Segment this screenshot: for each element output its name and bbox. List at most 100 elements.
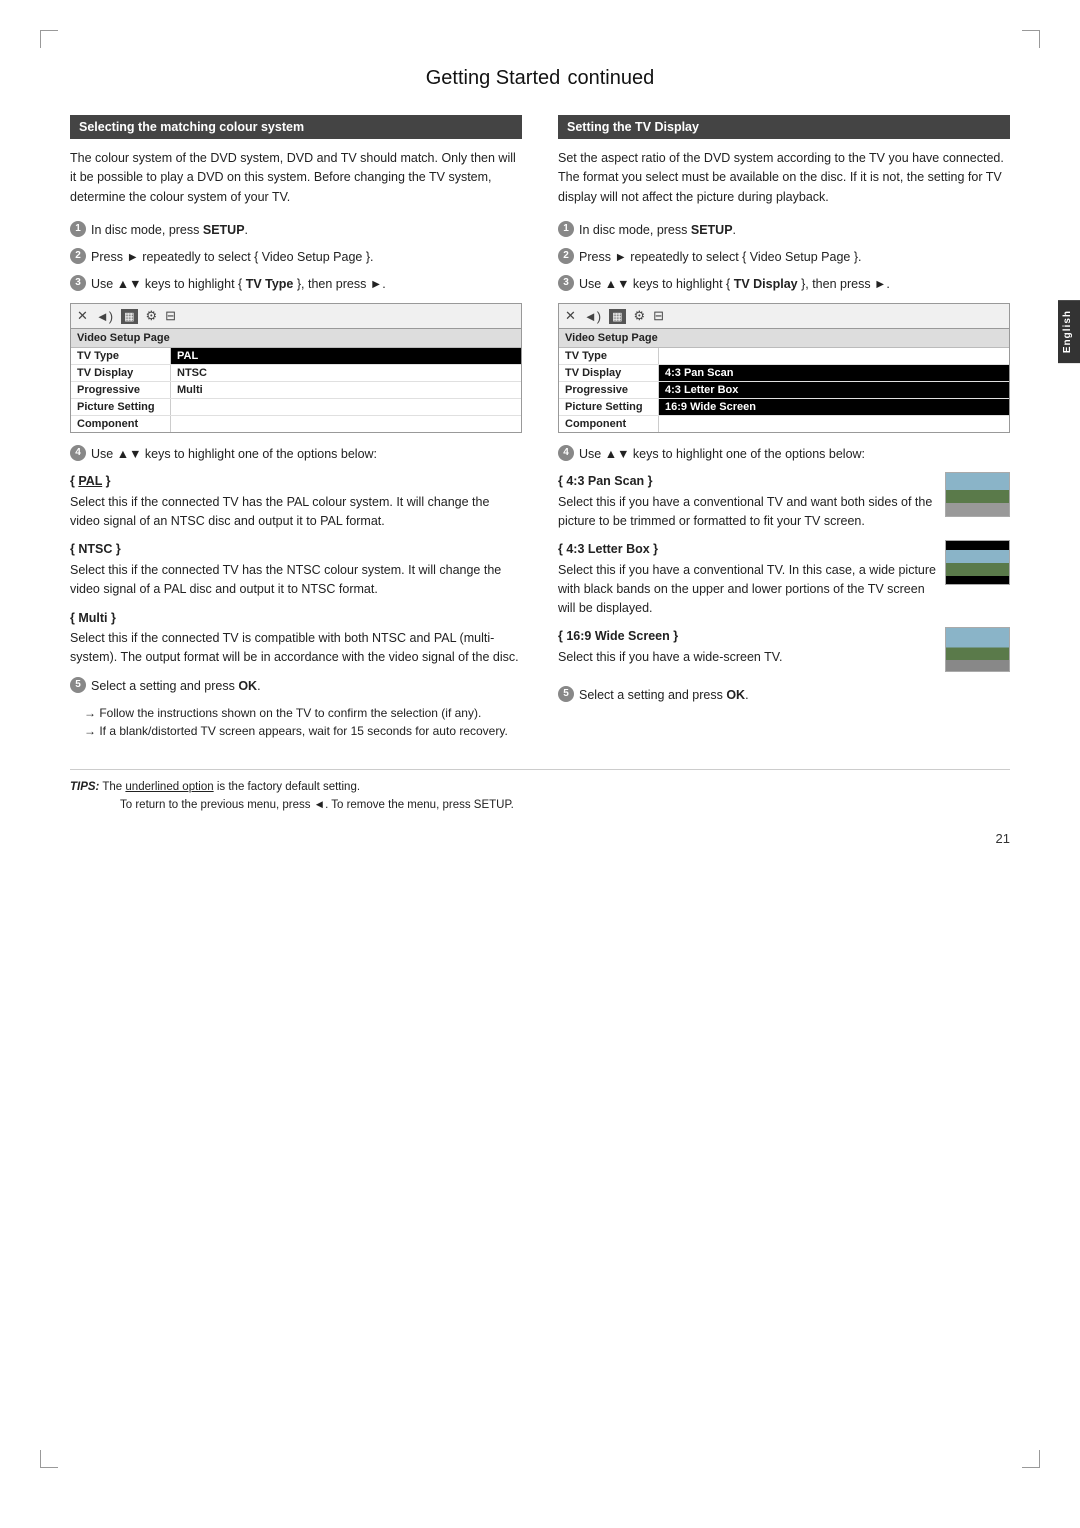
left-step-2: 2 Press ► repeatedly to select { Video S… (70, 248, 522, 267)
page-container: English Getting Started continued Select… (0, 0, 1080, 1528)
pal-text: Select this if the connected TV has the … (70, 493, 522, 531)
right-table-label-progressive: Progressive (559, 382, 659, 398)
table-icon-bar: ✕ ◄) ▦ ⚙ ⊟ (71, 304, 521, 329)
right-table-value-component (659, 416, 1009, 432)
table-label-tvtype: TV Type (71, 348, 171, 364)
right-step-4: 4 Use ▲▼ keys to highlight one of the op… (558, 445, 1010, 464)
table-label-progressive: Progressive (71, 382, 171, 398)
right-section-heading: Setting the TV Display (558, 115, 1010, 139)
right-step-2-content: Press ► repeatedly to select { Video Set… (579, 248, 1010, 267)
right-step-1-content: In disc mode, press SETUP. (579, 221, 1010, 240)
right-icon-speaker: ◄) (584, 309, 601, 324)
left-step-1: 1 In disc mode, press SETUP. (70, 221, 522, 240)
page-number: 21 (70, 831, 1010, 846)
step-2-number: 2 (70, 248, 86, 264)
multi-title: { Multi } (70, 609, 522, 628)
page-title: Getting Started continued (70, 60, 1010, 91)
left-section-intro: The colour system of the DVD system, DVD… (70, 149, 522, 207)
left-column: Selecting the matching colour system The… (70, 115, 522, 741)
right-table-value-picture: 16:9 Wide Screen (659, 399, 1009, 415)
pan-scan-text: Select this if you have a conventional T… (558, 493, 1010, 531)
multi-text: Select this if the connected TV is compa… (70, 629, 522, 667)
right-step-2-number: 2 (558, 248, 574, 264)
right-icon-gear: ⚙ (634, 308, 646, 324)
icon-x: ✕ (77, 308, 88, 324)
right-table-label-picture: Picture Setting (559, 399, 659, 415)
right-table-row-tvdisplay: TV Display 4:3 Pan Scan (559, 365, 1009, 382)
right-step-3-content: Use ▲▼ keys to highlight { TV Display },… (579, 275, 1010, 294)
letter-box-text: Select this if you have a conventional T… (558, 561, 1010, 617)
corner-mark-tl (40, 30, 58, 48)
right-setup-table: ✕ ◄) ▦ ⚙ ⊟ Video Setup Page TV Type TV D… (558, 303, 1010, 433)
tips-label: TIPS: (70, 781, 99, 793)
right-step-4-content: Use ▲▼ keys to highlight one of the opti… (579, 445, 1010, 464)
letter-box-option: { 4:3 Letter Box } Select this if you ha… (558, 540, 1010, 617)
tips-line2: To return to the previous menu, press ◄.… (120, 799, 514, 811)
table-value-tvdisplay: NTSC (171, 365, 521, 381)
ntsc-title: { NTSC } (70, 540, 522, 559)
table-title-left: Video Setup Page (71, 329, 521, 348)
table-row-tvtype: TV Type PAL (71, 348, 521, 365)
left-step-3: 3 Use ▲▼ keys to highlight { TV Type }, … (70, 275, 522, 294)
multi-option: { Multi } Select this if the connected T… (70, 609, 522, 667)
right-table-icon-bar: ✕ ◄) ▦ ⚙ ⊟ (559, 304, 1009, 329)
right-table-label-tvtype: TV Type (559, 348, 659, 364)
table-row-tvdisplay: TV Display NTSC (71, 365, 521, 382)
wide-screen-thumbnail (945, 627, 1010, 672)
two-column-layout: Selecting the matching colour system The… (70, 115, 1010, 741)
wide-screen-title: { 16:9 Wide Screen } (558, 627, 1010, 646)
corner-mark-bl (40, 1450, 58, 1468)
letter-box-title: { 4:3 Letter Box } (558, 540, 1010, 559)
right-table-title: Video Setup Page (559, 329, 1009, 348)
language-tab: English (1058, 300, 1080, 363)
right-table-row-progressive: Progressive 4:3 Letter Box (559, 382, 1009, 399)
table-row-progressive: Progressive Multi (71, 382, 521, 399)
ntsc-text: Select this if the connected TV has the … (70, 561, 522, 599)
table-row-component: Component (71, 416, 521, 432)
right-section-intro: Set the aspect ratio of the DVD system a… (558, 149, 1010, 207)
left-step-4: 4 Use ▲▼ keys to highlight one of the op… (70, 445, 522, 464)
icon-menu: ⊟ (165, 308, 176, 324)
pan-scan-option: { 4:3 Pan Scan } Select this if you have… (558, 472, 1010, 530)
title-suffix: continued (568, 67, 655, 89)
right-icon-video-active: ▦ (609, 309, 625, 324)
step-3-content: Use ▲▼ keys to highlight { TV Type }, th… (91, 275, 522, 294)
corner-mark-br (1022, 1450, 1040, 1468)
step-1-content: In disc mode, press SETUP. (91, 221, 522, 240)
right-step-4-number: 4 (558, 445, 574, 461)
right-table-value-tvtype (659, 348, 1009, 364)
tips-underline: underlined option (125, 781, 213, 793)
step-4-content: Use ▲▼ keys to highlight one of the opti… (91, 445, 522, 464)
right-step-5: 5 Select a setting and press OK. (558, 686, 1010, 705)
step-2-content: Press ► repeatedly to select { Video Set… (91, 248, 522, 267)
table-label-tvdisplay: TV Display (71, 365, 171, 381)
right-table-row-tvtype: TV Type (559, 348, 1009, 365)
wide-screen-text: Select this if you have a wide-screen TV… (558, 648, 1010, 667)
pan-scan-thumbnail (945, 472, 1010, 517)
right-table-row-picture: Picture Setting 16:9 Wide Screen (559, 399, 1009, 416)
right-step-3-number: 3 (558, 275, 574, 291)
left-step-5: 5 Select a setting and press OK. (70, 677, 522, 696)
right-table-label-component: Component (559, 416, 659, 432)
table-row-picture: Picture Setting (71, 399, 521, 416)
pan-scan-image (946, 473, 1009, 516)
pal-title: { PAL } (70, 472, 522, 491)
right-step-1: 1 In disc mode, press SETUP. (558, 221, 1010, 240)
right-table-label-tvdisplay: TV Display (559, 365, 659, 381)
right-column: Setting the TV Display Set the aspect ra… (558, 115, 1010, 741)
step-5-content: Select a setting and press OK. (91, 677, 522, 696)
right-table-value-tvdisplay: 4:3 Pan Scan (659, 365, 1009, 381)
left-step-5-bullet2: If a blank/distorted TV screen appears, … (84, 722, 522, 741)
table-value-progressive: Multi (171, 382, 521, 398)
table-value-tvtype: PAL (171, 348, 521, 364)
pal-option: { PAL } Select this if the connected TV … (70, 472, 522, 530)
wide-screen-option: { 16:9 Wide Screen } Select this if you … (558, 627, 1010, 676)
right-icon-menu: ⊟ (653, 308, 664, 324)
left-step-5-bullet1: Follow the instructions shown on the TV … (84, 704, 522, 723)
right-icon-x: ✕ (565, 308, 576, 324)
left-setup-table: ✕ ◄) ▦ ⚙ ⊟ Video Setup Page TV Type PAL … (70, 303, 522, 433)
letter-box-image (946, 541, 1009, 584)
icon-speaker: ◄) (96, 309, 113, 324)
tips-line1-post: is the factory default setting. (214, 781, 360, 793)
table-label-component: Component (71, 416, 171, 432)
